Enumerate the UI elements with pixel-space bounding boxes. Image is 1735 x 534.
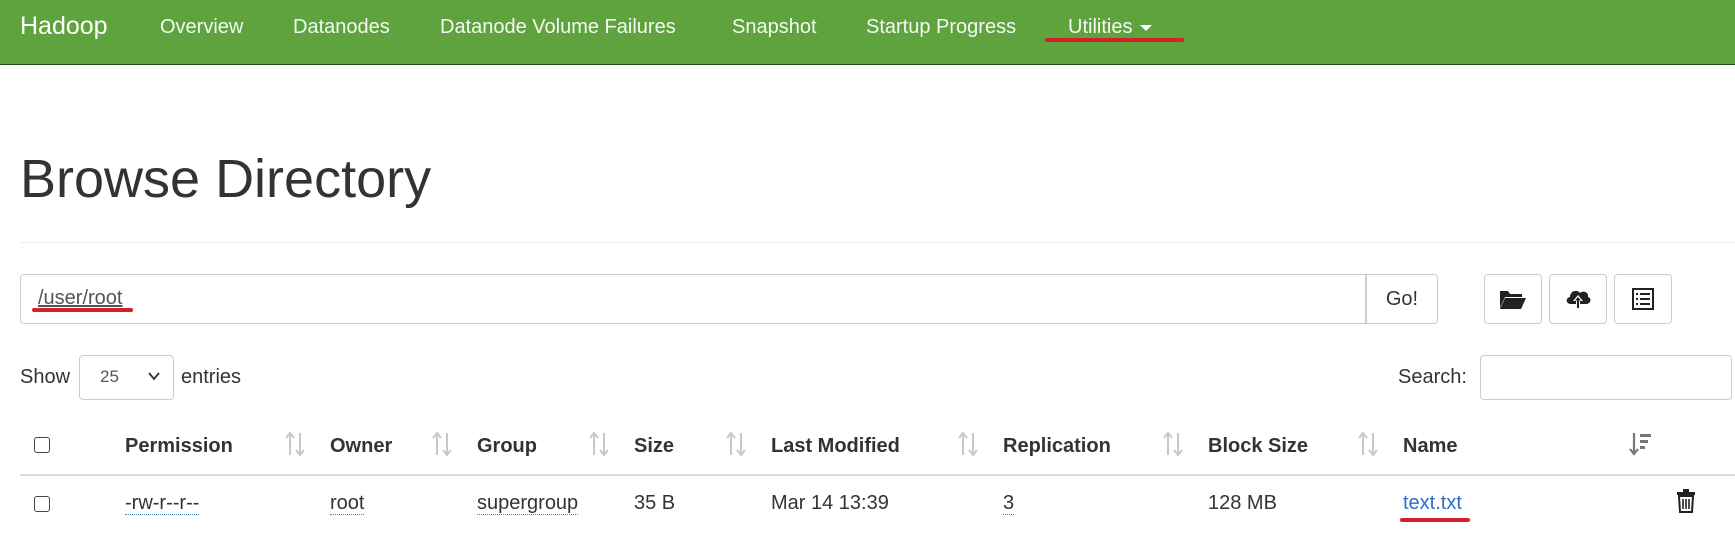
sort-icon[interactable] [957,431,979,457]
nav-startup-progress[interactable]: Startup Progress [866,16,1016,39]
chevron-down-icon [148,372,160,381]
caret-down-icon [1140,24,1153,31]
trash-icon[interactable] [1675,488,1697,514]
cell-size: 35 B [634,492,676,514]
col-last-modified[interactable]: Last Modified [771,435,900,458]
table-header-divider [20,474,1735,476]
entries-select-value: 25 [100,367,119,386]
sort-icon[interactable] [284,431,306,457]
brand-logo[interactable]: Hadoop [20,12,108,41]
col-block-size[interactable]: Block Size [1208,435,1308,458]
sort-icon[interactable] [1357,431,1379,457]
path-input[interactable] [20,274,1366,324]
nav-datanode-volume-failures[interactable]: Datanode Volume Failures [440,16,676,39]
show-label: Show [20,366,71,388]
folder-open-icon [1500,291,1526,309]
cloud-upload-icon [1566,290,1591,309]
title-divider [20,242,1735,243]
go-button[interactable]: Go! [1366,274,1438,324]
replication-value: 3 [1003,492,1015,515]
col-group[interactable]: Group [477,435,537,458]
create-directory-button[interactable] [1484,274,1542,324]
entries-label: entries [181,366,242,388]
nav-utilities[interactable]: Utilities [1068,16,1153,39]
cell-replication[interactable]: 3 [1003,492,1015,515]
cut-paste-button[interactable] [1614,274,1672,324]
owner-value: root [330,492,365,515]
path-input-value: /user/root [38,287,123,309]
sort-icon[interactable] [431,431,453,457]
file-name-link[interactable]: text.txt [1403,492,1462,515]
search-label: Search: [1398,366,1467,388]
cell-block-size: 128 MB [1208,492,1277,514]
col-permission[interactable]: Permission [125,435,233,458]
sort-icon[interactable] [1162,431,1184,457]
cell-group[interactable]: supergroup [477,492,579,515]
nav-datanodes[interactable]: Datanodes [293,16,390,39]
highlight-underline-filename [1400,518,1470,522]
cell-last-modified: Mar 14 13:39 [771,492,889,514]
col-name[interactable]: Name [1403,435,1457,458]
cell-permission[interactable]: -rw-r--r-- [125,492,200,515]
nav-utilities-label: Utilities [1068,16,1133,38]
col-size[interactable]: Size [634,435,674,458]
select-all-checkbox[interactable] [34,437,50,453]
entries-select[interactable]: 25 [79,355,174,400]
page-title: Browse Directory [20,149,432,209]
highlight-underline-utilities [1045,38,1184,42]
list-alt-icon [1632,288,1654,310]
sort-icon[interactable] [588,431,610,457]
nav-snapshot[interactable]: Snapshot [732,16,817,39]
highlight-underline-path [32,308,133,312]
search-input[interactable] [1480,355,1732,400]
col-replication[interactable]: Replication [1003,435,1111,458]
col-owner[interactable]: Owner [330,435,392,458]
group-value: supergroup [477,492,579,515]
nav-overview[interactable]: Overview [160,16,243,39]
upload-files-button[interactable] [1549,274,1607,324]
sort-desc-icon[interactable] [1628,431,1652,457]
cell-owner[interactable]: root [330,492,365,515]
row-checkbox[interactable] [34,496,50,512]
sort-icon[interactable] [725,431,747,457]
top-navbar: Hadoop Overview Datanodes Datanode Volum… [0,0,1735,65]
permission-value: -rw-r--r-- [125,492,200,515]
